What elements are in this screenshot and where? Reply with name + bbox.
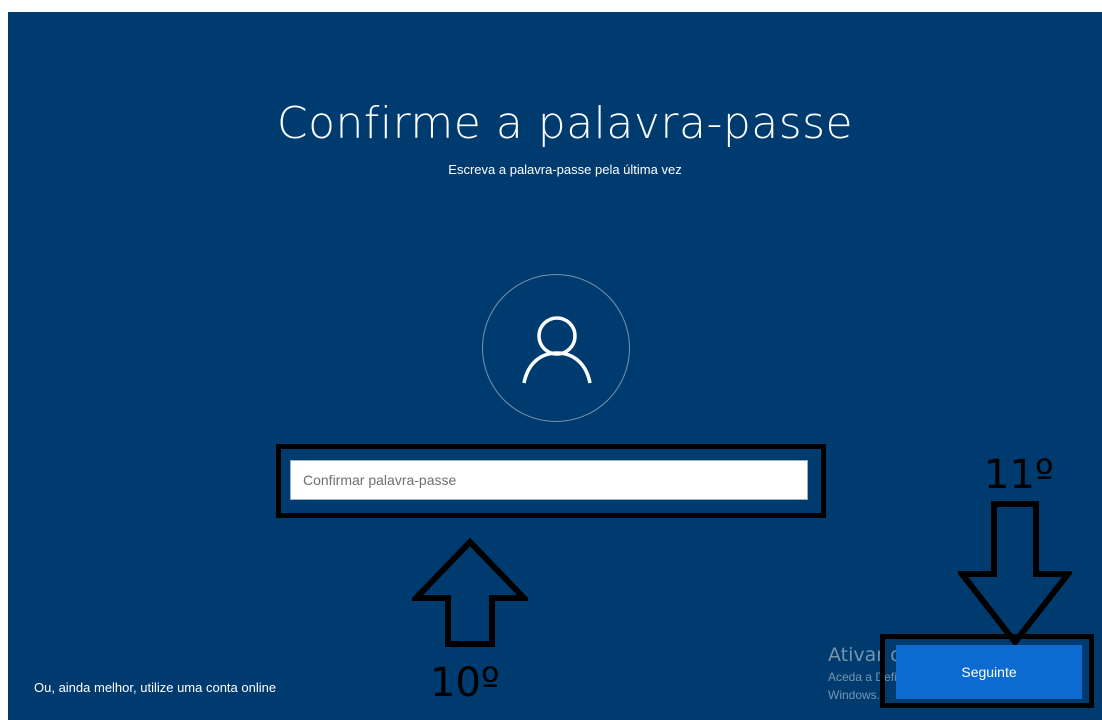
use-online-account-link[interactable]: Ou, ainda melhor, utilize uma conta onli… [34, 680, 276, 695]
arrow-up-icon [412, 538, 528, 647]
step11-label: 11º [984, 452, 1054, 498]
confirm-password-input[interactable] [290, 460, 808, 500]
user-icon [522, 316, 592, 384]
page-title: Confirme a palavra-passe [276, 98, 854, 149]
setup-screen: Confirme a palavra-passe Escreva a palav… [8, 12, 1102, 720]
page-subtitle: Escreva a palavra-passe pela última vez [448, 162, 682, 177]
next-button[interactable]: Seguinte [896, 645, 1082, 699]
arrow-down-icon [958, 501, 1072, 646]
step10-label: 10º [430, 660, 500, 706]
avatar [482, 274, 630, 422]
